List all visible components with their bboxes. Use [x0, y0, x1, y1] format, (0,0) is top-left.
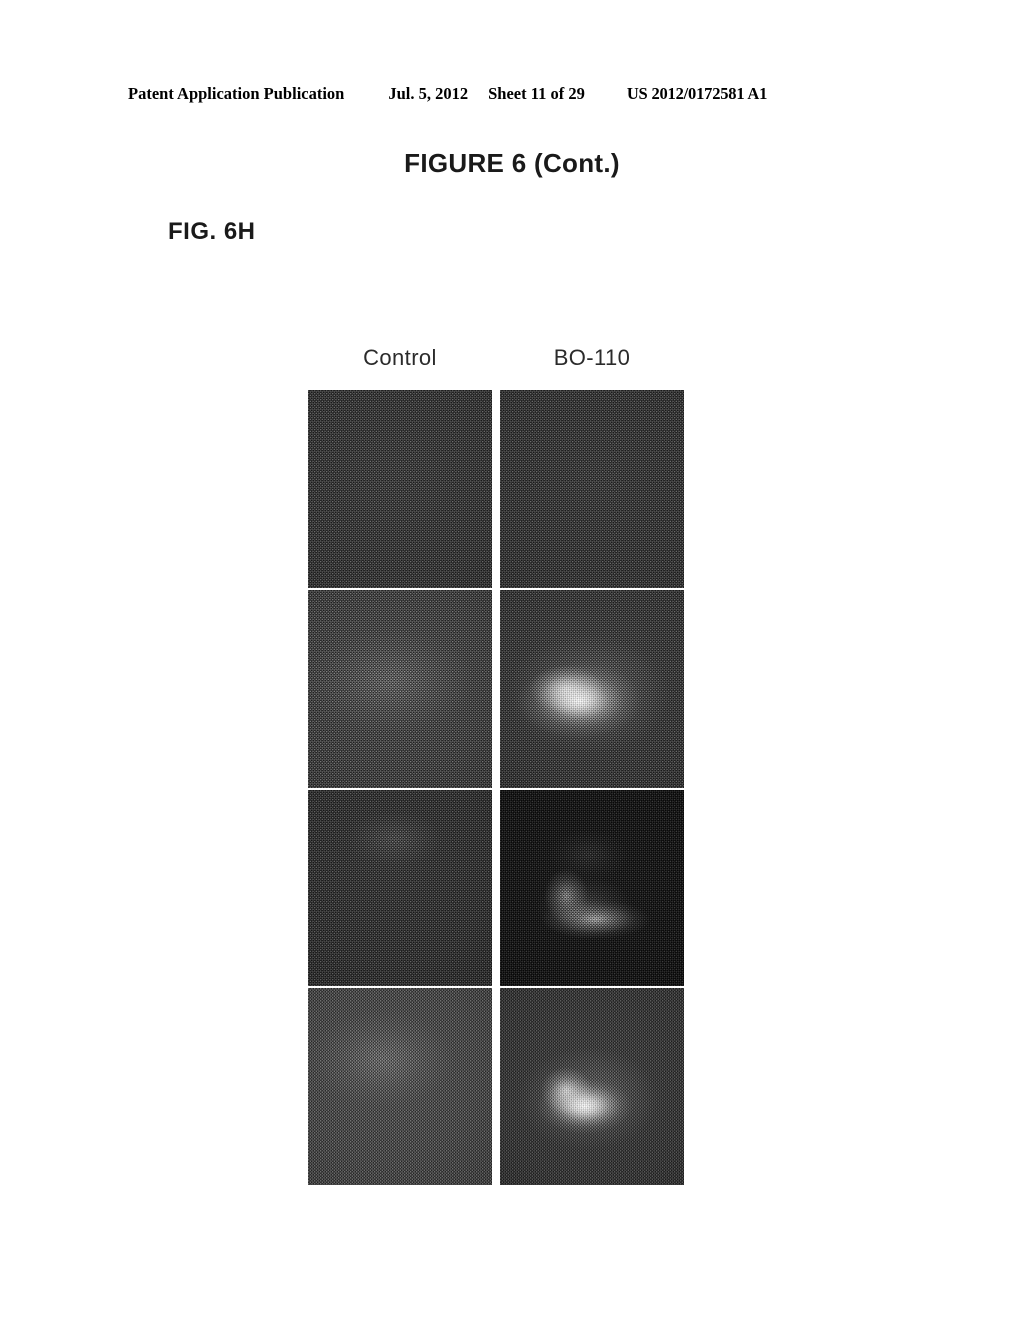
column-header-bo110: BO-110 [553, 345, 631, 370]
header-patent-number: US 2012/0172581 A1 [626, 84, 768, 103]
panel-row4-bo110 [500, 988, 684, 1185]
column-header-control: Control [363, 345, 437, 370]
panel-tone [500, 390, 684, 588]
panel-row1-bo110 [500, 390, 684, 588]
panel-luminescence [308, 790, 492, 986]
header-publication-text: Patent Application Publication [128, 84, 345, 103]
subfigure-label: FIG. 6H [168, 218, 256, 245]
header-date-text: Jul. 5, 2012 [388, 84, 469, 103]
header-sheet-text: Sheet 11 of 29 [488, 84, 585, 103]
panel-luminescence [500, 590, 684, 788]
figure-title: FIGURE 6 (Cont.) [404, 148, 620, 178]
patent-header: Patent Application Publication Jul. 5, 2… [128, 84, 896, 110]
panel-row3-bo110 [500, 790, 684, 986]
panel-row4-control [308, 988, 492, 1185]
panel-row2-control [308, 590, 492, 788]
panel-luminescence [500, 988, 684, 1185]
panel-column-headers: Control BO-110 [308, 345, 684, 379]
panel-row1-control [308, 390, 492, 588]
panel-luminescence [308, 988, 492, 1185]
panel-luminescence [308, 590, 492, 788]
panel-tone [308, 390, 492, 588]
panel-luminescence [500, 790, 684, 986]
panel-row2-bo110 [500, 590, 684, 788]
panel-grid: Control BO-110 [308, 345, 684, 1185]
panel-row3-control [308, 790, 492, 986]
